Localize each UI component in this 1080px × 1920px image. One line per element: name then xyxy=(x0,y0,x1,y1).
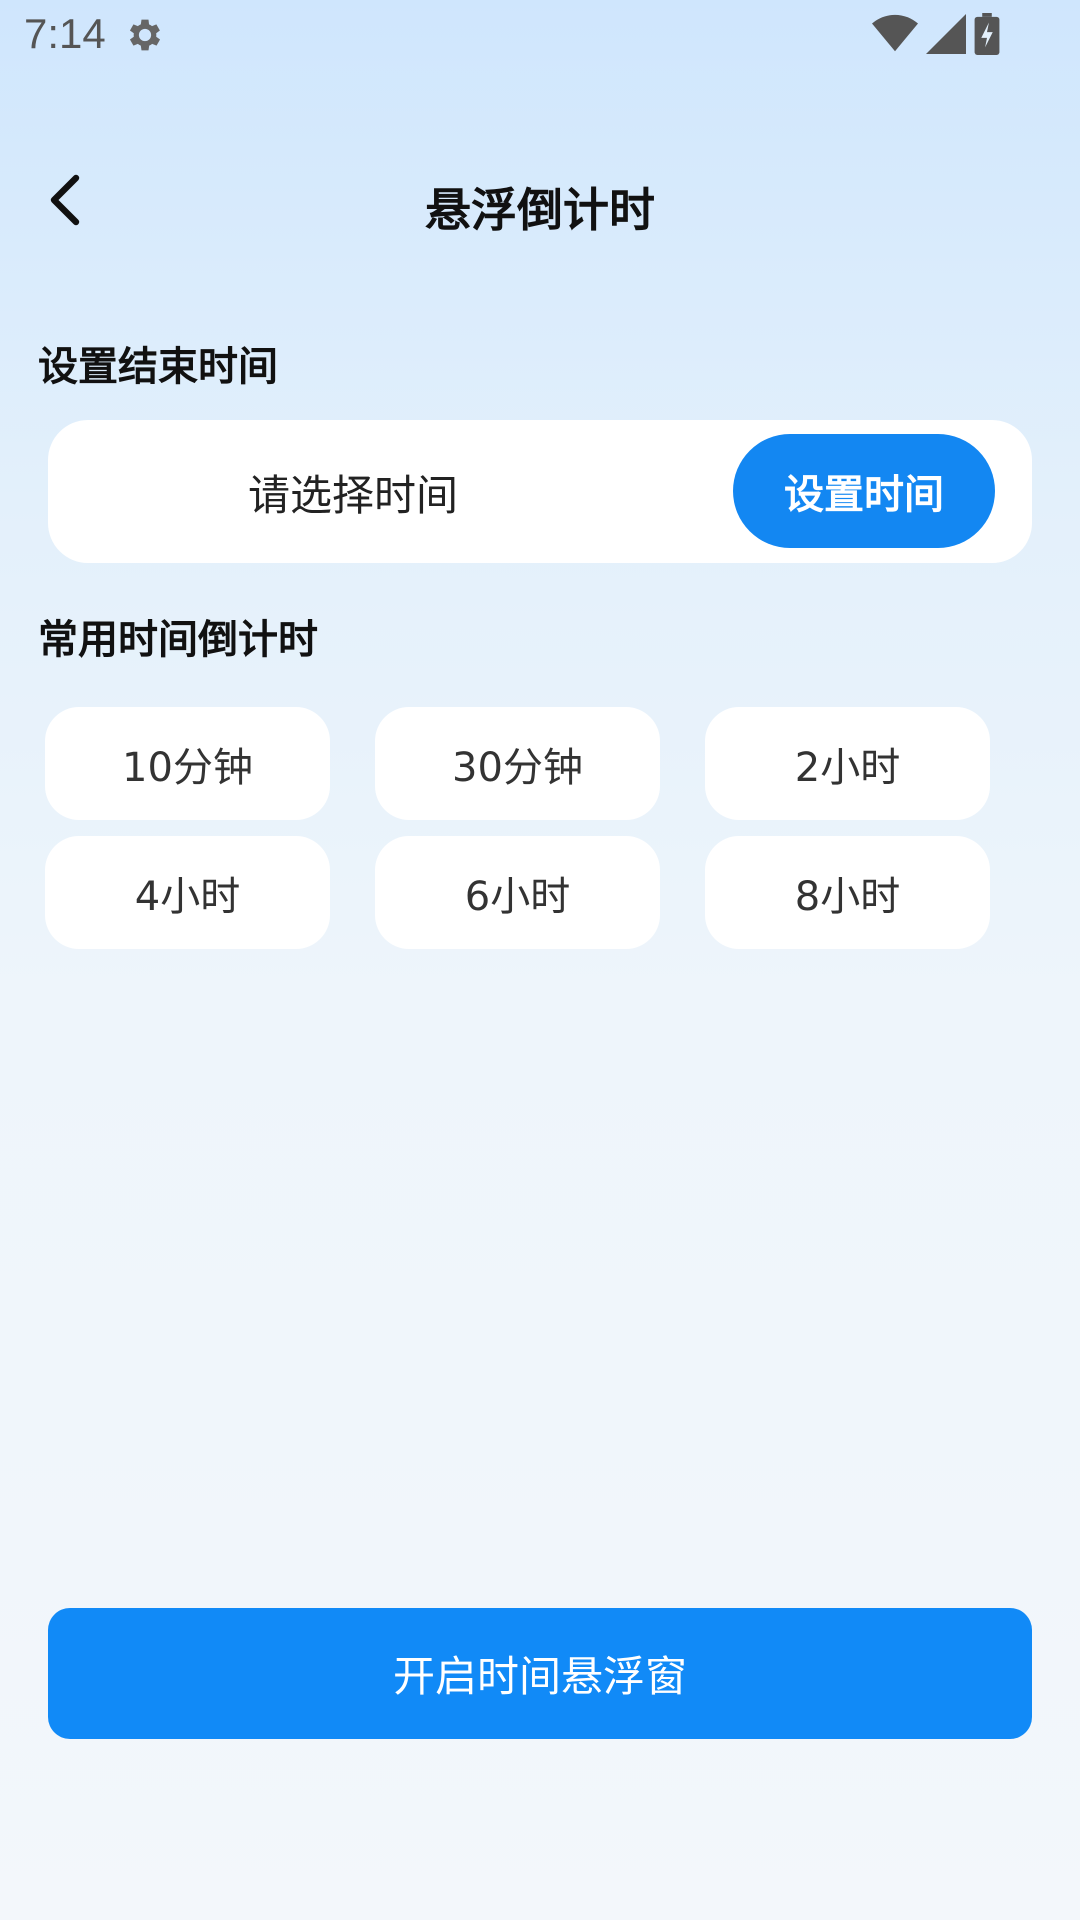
app-header: 悬浮倒计时 xyxy=(0,150,1080,260)
time-picker-field[interactable]: 请选择时间 xyxy=(248,462,458,523)
cellular-signal-icon xyxy=(926,14,966,58)
preset-grid: 10分钟 30分钟 2小时 4小时 6小时 8小时 xyxy=(45,707,995,949)
preset-4-hours[interactable]: 4小时 xyxy=(45,836,330,949)
status-bar: 7:14 xyxy=(0,0,1080,72)
preset-10-minutes[interactable]: 10分钟 xyxy=(45,707,330,820)
preset-8-hours[interactable]: 8小时 xyxy=(705,836,990,949)
end-time-section-title: 设置结束时间 xyxy=(38,344,278,390)
wifi-icon xyxy=(872,14,918,58)
status-time: 7:14 xyxy=(24,10,106,57)
settings-gear-icon xyxy=(124,14,166,56)
preset-30-minutes[interactable]: 30分钟 xyxy=(375,707,660,820)
time-picker-card: 请选择时间 设置时间 xyxy=(48,420,1032,563)
preset-2-hours[interactable]: 2小时 xyxy=(705,707,990,820)
open-floating-window-button[interactable]: 开启时间悬浮窗 xyxy=(48,1608,1032,1739)
battery-charging-icon xyxy=(974,13,1000,59)
page-title: 悬浮倒计时 xyxy=(425,183,655,237)
set-time-button[interactable]: 设置时间 xyxy=(733,434,995,548)
status-icons xyxy=(872,13,1000,59)
presets-section-title: 常用时间倒计时 xyxy=(38,617,318,663)
preset-6-hours[interactable]: 6小时 xyxy=(375,836,660,949)
